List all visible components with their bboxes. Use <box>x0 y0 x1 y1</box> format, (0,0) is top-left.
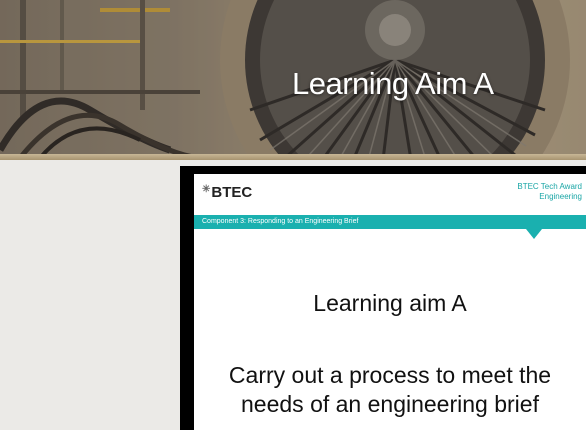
award-line-2: Engineering <box>539 192 582 201</box>
slide-content: ✳BTEC BTEC Tech Award Engineering Compon… <box>194 174 586 430</box>
left-panel <box>0 160 180 430</box>
subtitle-line-2: needs of an engineering brief <box>241 391 539 417</box>
slide-heading: Learning aim A <box>313 290 467 316</box>
bar-notch <box>526 229 542 239</box>
component-bar: Component 3: Responding to an Engineerin… <box>194 215 586 229</box>
award-line-1: BTEC Tech Award <box>517 182 582 191</box>
subtitle-line-1: Carry out a process to meet the <box>228 362 552 388</box>
component-label: Component 3: Responding to an Engineerin… <box>202 218 359 225</box>
btec-logo-text: BTEC <box>211 184 253 201</box>
btec-logo: ✳BTEC <box>202 184 252 201</box>
award-title: BTEC Tech Award Engineering <box>462 182 582 202</box>
banner-title: Learning Aim A <box>292 66 494 101</box>
hero-banner: Learning Aim A <box>0 0 586 158</box>
slide-frame[interactable]: ✳BTEC BTEC Tech Award Engineering Compon… <box>180 166 586 430</box>
slide-subtitle: Carry out a process to meet the needs of… <box>194 361 586 419</box>
asterisk-mark-icon: ✳ <box>202 184 211 195</box>
